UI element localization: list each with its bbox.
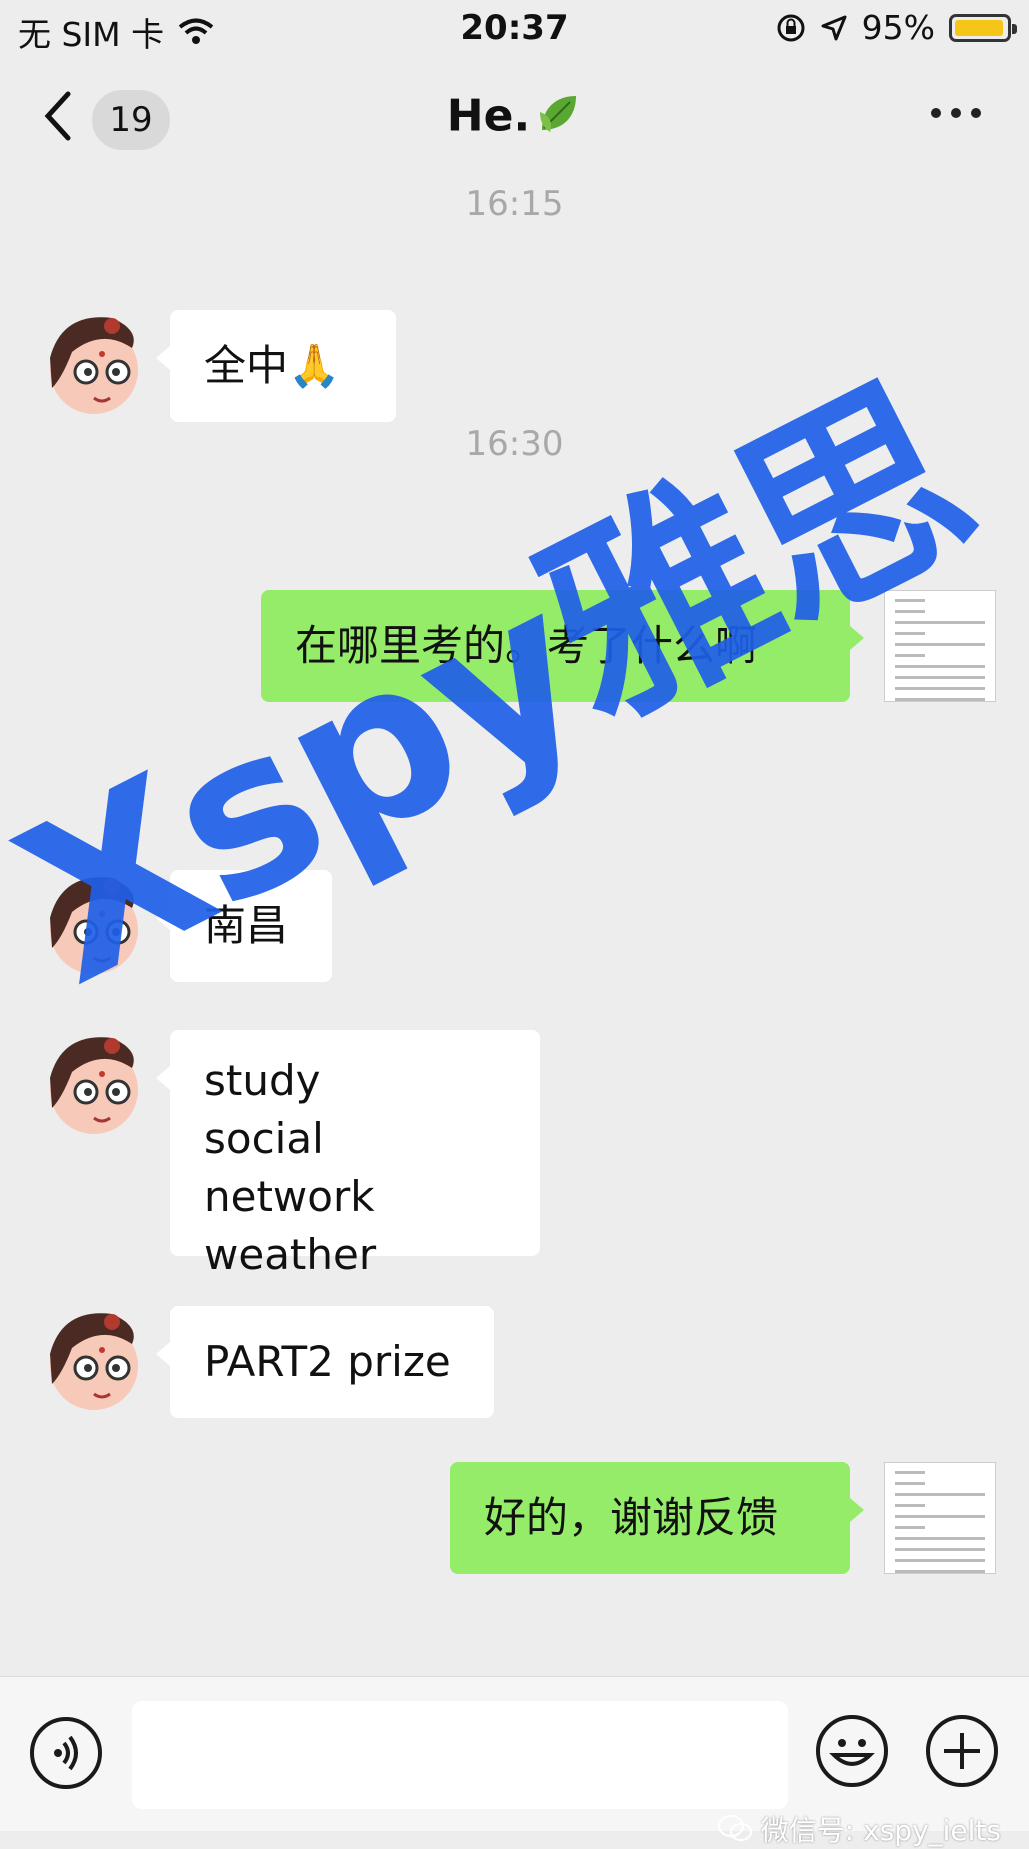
source-tag-text: 微信号: xspy_ielts: [760, 1814, 1001, 1847]
wechat-icon: [717, 1815, 752, 1841]
message-input[interactable]: [132, 1701, 788, 1809]
source-watermark: 微信号: xspy_ielts: [717, 1809, 1001, 1849]
outgoing-message[interactable]: 在哪里考的。考了什么啊: [261, 590, 864, 702]
voice-input-icon[interactable]: [30, 1717, 102, 1789]
battery-tip: [1012, 23, 1017, 34]
timestamp: 16:30: [465, 424, 564, 464]
more-options-icon[interactable]: [931, 108, 981, 118]
location-icon: [821, 15, 847, 40]
contact-avatar[interactable]: [32, 308, 142, 418]
user-avatar[interactable]: [884, 590, 996, 702]
contact-avatar[interactable]: [32, 1304, 142, 1414]
chat-header: 19 He.: [0, 70, 1029, 160]
contact-avatar[interactable]: [32, 1028, 142, 1138]
timestamp: 16:15: [465, 184, 564, 224]
chat-title: He.: [0, 90, 1029, 147]
status-bar: 无 SIM 卡 20:37 95%: [0, 0, 1029, 56]
user-avatar[interactable]: [884, 1462, 996, 1574]
contact-avatar[interactable]: [32, 868, 142, 978]
rotation-lock-icon: [777, 14, 805, 41]
battery-percent: 95%: [861, 8, 935, 47]
add-icon[interactable]: [926, 1715, 998, 1787]
emoji-icon[interactable]: [816, 1715, 888, 1787]
incoming-message[interactable]: 全中🙏: [156, 310, 396, 422]
incoming-message[interactable]: 南昌: [156, 870, 332, 982]
incoming-message[interactable]: study social network weather: [156, 1030, 540, 1279]
chat-title-text: He.: [446, 90, 531, 142]
battery-icon: [949, 13, 1017, 42]
leaf-icon: [536, 90, 582, 147]
battery-fill: [955, 19, 1003, 36]
outgoing-message[interactable]: 好的，谢谢反馈: [450, 1462, 864, 1574]
input-bar: 微信号: xspy_ielts: [0, 1676, 1029, 1847]
incoming-message[interactable]: PART2 prize: [156, 1306, 494, 1418]
status-right-group: 95%: [776, 8, 1017, 47]
